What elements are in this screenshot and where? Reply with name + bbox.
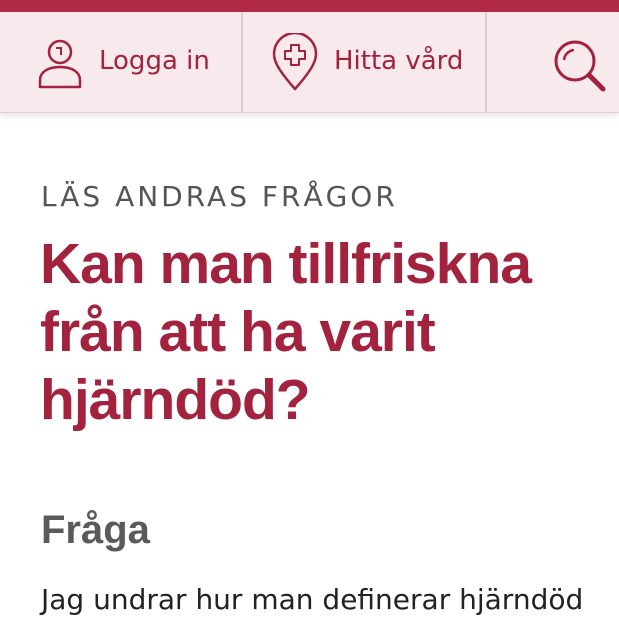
find-care-label: Hitta vård [334, 46, 464, 76]
section-eyebrow: LÄS ANDRAS FRÅGOR [41, 180, 398, 213]
question-text: Jag undrar hur man definerar hjärndöd [41, 583, 584, 616]
search-icon [551, 37, 607, 93]
login-label: Logga in [99, 46, 210, 76]
login-button[interactable]: Logga in [0, 12, 243, 112]
user-icon [36, 37, 84, 89]
find-care-button[interactable]: Hitta vård [243, 12, 487, 112]
top-accent-bar [0, 0, 619, 12]
header-navigation: Logga in Hitta vård [0, 12, 619, 113]
search-button[interactable] [487, 12, 619, 112]
location-cross-icon [271, 33, 319, 93]
question-heading: Fråga [41, 508, 150, 552]
article-title: Kan man tillfriskna från att ha varit hj… [40, 232, 532, 432]
